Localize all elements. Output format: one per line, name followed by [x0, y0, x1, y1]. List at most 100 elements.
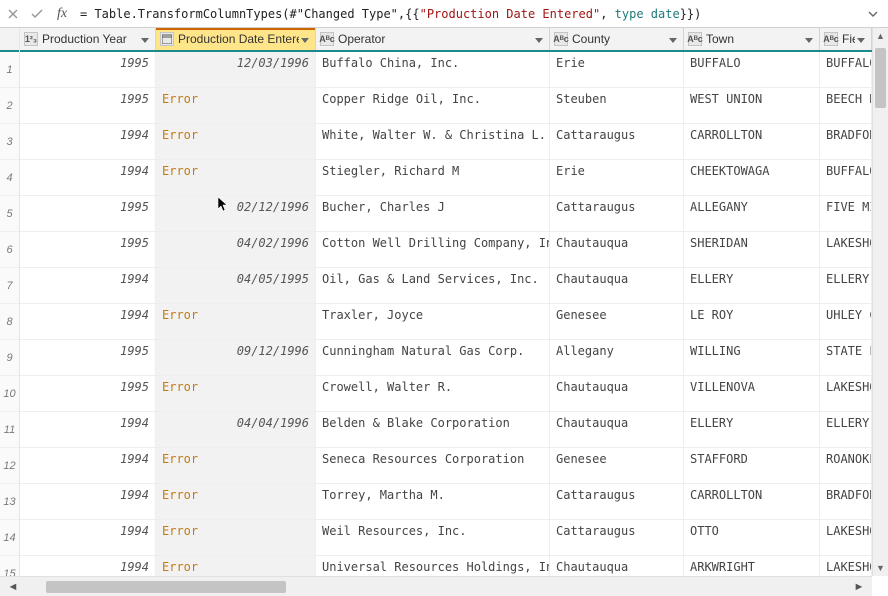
- operator-cell[interactable]: Traxler, Joyce: [316, 304, 550, 339]
- year-cell[interactable]: 1995: [20, 232, 156, 267]
- field-cell[interactable]: BRADFOR: [820, 124, 872, 159]
- row-number[interactable]: 11: [0, 412, 19, 448]
- field-cell[interactable]: LAKESHO: [820, 376, 872, 411]
- field-cell[interactable]: BEECH H: [820, 88, 872, 123]
- field-cell[interactable]: LAKESHO: [820, 232, 872, 267]
- table-row[interactable]: 1994ErrorWeil Resources, Inc.Cattaraugus…: [20, 520, 888, 556]
- select-all-corner[interactable]: [0, 28, 19, 52]
- filter-dropdown-icon[interactable]: [805, 34, 815, 44]
- date-cell[interactable]: Error: [156, 484, 316, 519]
- town-cell[interactable]: CARROLLTON: [684, 124, 820, 159]
- operator-cell[interactable]: Cotton Well Drilling Company, Inc.: [316, 232, 550, 267]
- type-icon[interactable]: Aᴮc: [554, 32, 568, 46]
- date-cell[interactable]: Error: [156, 448, 316, 483]
- column-header-county[interactable]: AᴮcCounty: [550, 28, 684, 50]
- county-cell[interactable]: Cattaraugus: [550, 196, 684, 231]
- row-number[interactable]: 14: [0, 520, 19, 556]
- table-row[interactable]: 1994ErrorTorrey, Martha M.CattaraugusCAR…: [20, 484, 888, 520]
- town-cell[interactable]: ALLEGANY: [684, 196, 820, 231]
- row-number[interactable]: 3: [0, 124, 19, 160]
- formula-cancel-button[interactable]: [2, 4, 24, 24]
- county-cell[interactable]: Chautauqua: [550, 268, 684, 303]
- operator-cell[interactable]: Belden & Blake Corporation: [316, 412, 550, 447]
- formula-expand-button[interactable]: [862, 4, 884, 24]
- operator-cell[interactable]: Cunningham Natural Gas Corp.: [316, 340, 550, 375]
- table-row[interactable]: 1994ErrorUniversal Resources Holdings, I…: [20, 556, 888, 576]
- year-cell[interactable]: 1994: [20, 412, 156, 447]
- county-cell[interactable]: Steuben: [550, 88, 684, 123]
- table-row[interactable]: 199509/12/1996Cunningham Natural Gas Cor…: [20, 340, 888, 376]
- scroll-down-button[interactable]: ▼: [873, 560, 888, 576]
- operator-cell[interactable]: Weil Resources, Inc.: [316, 520, 550, 555]
- county-cell[interactable]: Chautauqua: [550, 232, 684, 267]
- year-cell[interactable]: 1994: [20, 484, 156, 519]
- county-cell[interactable]: Erie: [550, 52, 684, 87]
- year-cell[interactable]: 1994: [20, 556, 156, 576]
- operator-cell[interactable]: Universal Resources Holdings, Incorp.: [316, 556, 550, 576]
- type-icon[interactable]: Aᴮc: [688, 32, 702, 46]
- row-number[interactable]: 13: [0, 484, 19, 520]
- county-cell[interactable]: Cattaraugus: [550, 520, 684, 555]
- formula-commit-button[interactable]: [26, 4, 48, 24]
- row-number[interactable]: 2: [0, 88, 19, 124]
- town-cell[interactable]: BUFFALO: [684, 52, 820, 87]
- town-cell[interactable]: WILLING: [684, 340, 820, 375]
- operator-cell[interactable]: Buffalo China, Inc.: [316, 52, 550, 87]
- column-header-town[interactable]: AᴮcTown: [684, 28, 820, 50]
- table-row[interactable]: 1995ErrorCopper Ridge Oil, Inc.SteubenWE…: [20, 88, 888, 124]
- county-cell[interactable]: Cattaraugus: [550, 484, 684, 519]
- date-cell[interactable]: 02/12/1996: [156, 196, 316, 231]
- table-row[interactable]: 1994ErrorSeneca Resources CorporationGen…: [20, 448, 888, 484]
- table-row[interactable]: 199512/03/1996Buffalo China, Inc.ErieBUF…: [20, 52, 888, 88]
- year-cell[interactable]: 1994: [20, 268, 156, 303]
- year-cell[interactable]: 1995: [20, 52, 156, 87]
- date-cell[interactable]: Error: [156, 160, 316, 195]
- operator-cell[interactable]: Crowell, Walter R.: [316, 376, 550, 411]
- table-row[interactable]: 199404/05/1995Oil, Gas & Land Services, …: [20, 268, 888, 304]
- row-number[interactable]: 1: [0, 52, 19, 88]
- town-cell[interactable]: ELLERY: [684, 268, 820, 303]
- scroll-up-button[interactable]: ▲: [873, 28, 888, 44]
- date-cell[interactable]: Error: [156, 124, 316, 159]
- table-row[interactable]: 199502/12/1996Bucher, Charles JCattaraug…: [20, 196, 888, 232]
- operator-cell[interactable]: Copper Ridge Oil, Inc.: [316, 88, 550, 123]
- town-cell[interactable]: STAFFORD: [684, 448, 820, 483]
- date-cell[interactable]: 04/05/1995: [156, 268, 316, 303]
- filter-dropdown-icon[interactable]: [141, 34, 151, 44]
- town-cell[interactable]: ARKWRIGHT: [684, 556, 820, 576]
- filter-dropdown-icon[interactable]: [535, 34, 545, 44]
- date-cell[interactable]: Error: [156, 304, 316, 339]
- field-cell[interactable]: BUFFALO: [820, 52, 872, 87]
- row-number[interactable]: 4: [0, 160, 19, 196]
- date-cell[interactable]: Error: [156, 556, 316, 576]
- town-cell[interactable]: VILLENOVA: [684, 376, 820, 411]
- row-number[interactable]: 6: [0, 232, 19, 268]
- operator-cell[interactable]: White, Walter W. & Christina L.: [316, 124, 550, 159]
- county-cell[interactable]: Genesee: [550, 304, 684, 339]
- row-number[interactable]: 9: [0, 340, 19, 376]
- table-row[interactable]: 1995ErrorCrowell, Walter R.ChautauquaVIL…: [20, 376, 888, 412]
- horizontal-scrollbar[interactable]: ◄ ►: [0, 576, 872, 596]
- year-cell[interactable]: 1995: [20, 88, 156, 123]
- town-cell[interactable]: LE ROY: [684, 304, 820, 339]
- horizontal-scroll-thumb[interactable]: [46, 581, 286, 593]
- field-cell[interactable]: LAKESHO: [820, 556, 872, 576]
- year-cell[interactable]: 1994: [20, 160, 156, 195]
- row-number[interactable]: 8: [0, 304, 19, 340]
- scroll-left-button[interactable]: ◄: [0, 579, 26, 595]
- county-cell[interactable]: Allegany: [550, 340, 684, 375]
- vertical-scroll-thumb[interactable]: [875, 48, 886, 108]
- table-row[interactable]: 199504/02/1996Cotton Well Drilling Compa…: [20, 232, 888, 268]
- county-cell[interactable]: Chautauqua: [550, 412, 684, 447]
- field-cell[interactable]: ELLERY: [820, 412, 872, 447]
- row-number[interactable]: 5: [0, 196, 19, 232]
- year-cell[interactable]: 1994: [20, 520, 156, 555]
- operator-cell[interactable]: Oil, Gas & Land Services, Inc.: [316, 268, 550, 303]
- county-cell[interactable]: Chautauqua: [550, 556, 684, 576]
- operator-cell[interactable]: Seneca Resources Corporation: [316, 448, 550, 483]
- county-cell[interactable]: Genesee: [550, 448, 684, 483]
- column-header-production-year[interactable]: 1²₃Production Year: [20, 28, 156, 50]
- year-cell[interactable]: 1995: [20, 376, 156, 411]
- town-cell[interactable]: WEST UNION: [684, 88, 820, 123]
- county-cell[interactable]: Erie: [550, 160, 684, 195]
